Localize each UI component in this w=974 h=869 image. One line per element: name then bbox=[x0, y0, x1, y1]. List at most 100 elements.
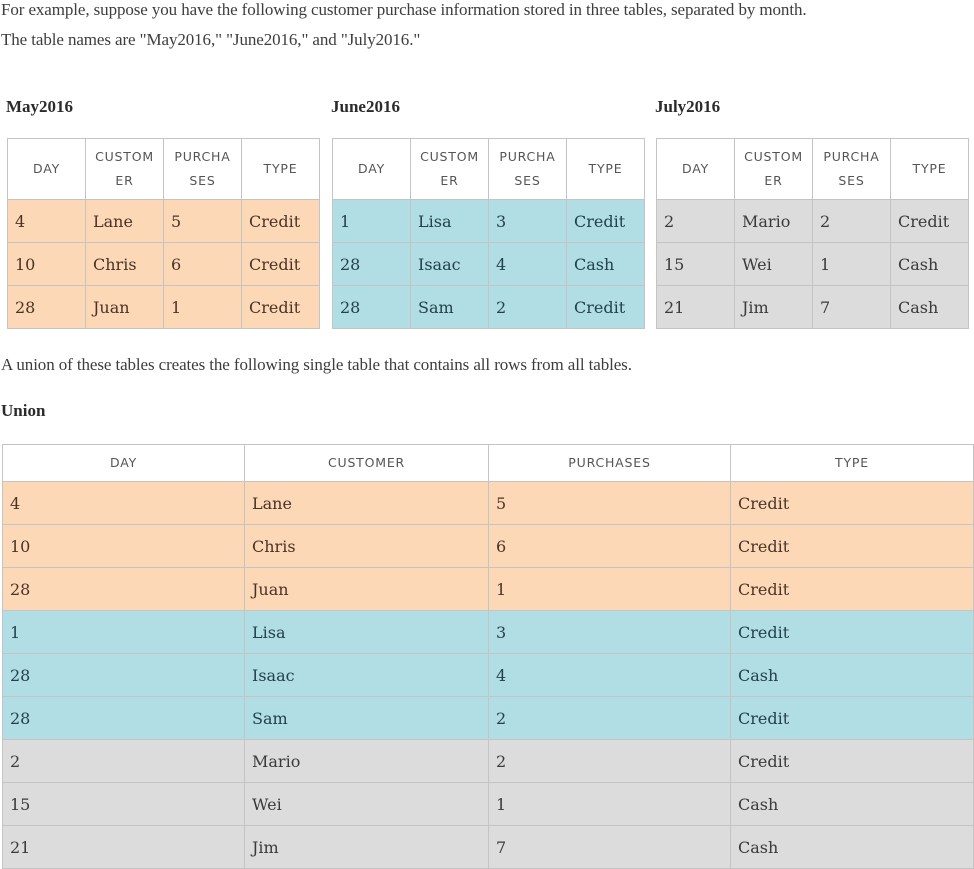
cell-purchases: 2 bbox=[488, 739, 731, 783]
cell-type: Credit bbox=[730, 481, 974, 525]
may2016-table: DAY CUSTOM ER PURCHA SES TYPE 4 Lane 5 Cre… bbox=[7, 138, 320, 329]
table-row: 28 Isaac 4 Cash bbox=[2, 653, 974, 697]
cell-day: 21 bbox=[656, 285, 735, 329]
header-purchases-part-1: PURCHA bbox=[823, 149, 880, 164]
cell-type: Credit bbox=[730, 610, 974, 654]
table-row: 10 Chris 6 Credit bbox=[2, 524, 974, 568]
header-purchases-part-1: PURCHA bbox=[174, 149, 231, 164]
table-row: 1 Lisa 3 Credit bbox=[332, 199, 645, 243]
header-purchases: PURCHA SES bbox=[488, 138, 567, 200]
table-row: 28 Isaac 4 Cash bbox=[332, 242, 645, 286]
cell-customer: Mario bbox=[734, 199, 813, 243]
cell-type: Credit bbox=[890, 199, 969, 243]
cell-customer: Wei bbox=[734, 242, 813, 286]
table-title-may2016: May2016 bbox=[6, 97, 74, 116]
cell-day: 1 bbox=[2, 610, 245, 654]
header-purchases-part-2: SES bbox=[514, 173, 541, 188]
cell-customer: Juan bbox=[85, 285, 164, 329]
cell-day: 4 bbox=[7, 199, 86, 243]
cell-customer: Jim bbox=[734, 285, 813, 329]
table-row: 2 Mario 2 Credit bbox=[2, 739, 974, 783]
cell-type: Credit bbox=[241, 285, 320, 329]
table-row: 28 Juan 1 Credit bbox=[2, 567, 974, 611]
cell-customer: Chris bbox=[244, 524, 489, 568]
header-customer: CUSTOMER bbox=[244, 444, 489, 482]
cell-type: Credit bbox=[241, 199, 320, 243]
table-row: 21 Jim 7 Cash bbox=[656, 285, 969, 329]
june2016-table: DAY CUSTOM ER PURCHA SES TYPE 1 Lisa 3 Cre… bbox=[332, 138, 645, 329]
cell-purchases: 3 bbox=[488, 610, 731, 654]
cell-day: 28 bbox=[7, 285, 86, 329]
cell-type: Cash bbox=[890, 285, 969, 329]
cell-purchases: 7 bbox=[812, 285, 891, 329]
header-purchases: PURCHASES bbox=[488, 444, 731, 482]
cell-day: 21 bbox=[2, 825, 245, 869]
cell-day: 28 bbox=[2, 567, 245, 611]
header-day: DAY bbox=[7, 138, 86, 200]
cell-purchases: 7 bbox=[488, 825, 731, 869]
cell-purchases: 3 bbox=[488, 199, 567, 243]
intro-paragraph-line-2: The table names are "May2016," "June2016… bbox=[1, 30, 421, 49]
cell-day: 28 bbox=[332, 285, 411, 329]
cell-purchases: 4 bbox=[488, 242, 567, 286]
union-table-title: Union bbox=[1, 401, 46, 420]
cell-customer: Sam bbox=[244, 696, 489, 740]
cell-purchases: 1 bbox=[488, 567, 731, 611]
table-row: 21 Jim 7 Cash bbox=[2, 825, 974, 869]
table-row: 28 Sam 2 Credit bbox=[332, 285, 645, 329]
cell-day: 28 bbox=[2, 653, 245, 697]
header-day: DAY bbox=[656, 138, 735, 200]
cell-customer: Isaac bbox=[410, 242, 489, 286]
table-row: 15 Wei 1 Cash bbox=[2, 782, 974, 826]
cell-day: 15 bbox=[2, 782, 245, 826]
cell-customer: Mario bbox=[244, 739, 489, 783]
cell-purchases: 2 bbox=[488, 696, 731, 740]
header-purchases-part-2: SES bbox=[189, 173, 216, 188]
header-row: DAY CUSTOM ER PURCHA SES TYPE bbox=[7, 138, 320, 200]
july2016-table: DAY CUSTOM ER PURCHA SES TYPE 2 Mario 2 Cr… bbox=[656, 138, 969, 329]
cell-purchases: 5 bbox=[488, 481, 731, 525]
cell-purchases: 5 bbox=[163, 199, 242, 243]
header-customer: CUSTOM ER bbox=[734, 138, 813, 200]
header-customer-part-1: CUSTOM bbox=[744, 149, 803, 164]
cell-purchases: 1 bbox=[488, 782, 731, 826]
cell-purchases: 2 bbox=[812, 199, 891, 243]
cell-day: 10 bbox=[2, 524, 245, 568]
header-row: DAY CUSTOMER PURCHASES TYPE bbox=[656, 138, 969, 200]
header-row: DAY CUSTOMER PURCHASES TYPE bbox=[332, 138, 645, 200]
cell-type: Credit bbox=[566, 199, 645, 243]
header-customer-part-1: CUSTOM bbox=[95, 149, 154, 164]
cell-customer: Lane bbox=[244, 481, 489, 525]
table-row: 4 Lane 5 Credit bbox=[7, 199, 320, 243]
table-row: 1 Lisa 3 Credit bbox=[2, 610, 974, 654]
cell-type: Credit bbox=[730, 567, 974, 611]
header-type: TYPE bbox=[241, 138, 320, 200]
cell-purchases: 2 bbox=[488, 285, 567, 329]
header-purchases-part-1: PURCHA bbox=[499, 149, 556, 164]
table-row: 15 Wei 1 Cash bbox=[656, 242, 969, 286]
header-customer: CUSTOMER bbox=[410, 138, 489, 200]
header-customer-part-2: ER bbox=[115, 173, 134, 188]
cell-customer: Jim bbox=[244, 825, 489, 869]
cell-type: Credit bbox=[241, 242, 320, 286]
header-customer-part-2: ER bbox=[764, 173, 783, 188]
header-row: DAY CUSTOMER PURCHASES TYPE bbox=[2, 444, 974, 482]
cell-day: 2 bbox=[656, 199, 735, 243]
cell-type: Cash bbox=[566, 242, 645, 286]
cell-type: Credit bbox=[566, 285, 645, 329]
cell-customer: Lisa bbox=[244, 610, 489, 654]
cell-type: Credit bbox=[730, 696, 974, 740]
cell-day: 4 bbox=[2, 481, 245, 525]
cell-day: 15 bbox=[656, 242, 735, 286]
header-purchases: PURCHA SES bbox=[163, 138, 242, 200]
table-row: 4 Lane 5 Credit bbox=[2, 481, 974, 525]
header-type: TYPE bbox=[730, 444, 974, 482]
cell-purchases: 1 bbox=[163, 285, 242, 329]
header-type: TYPE bbox=[566, 138, 645, 200]
table-row: 28 Juan 1 Credit bbox=[7, 285, 320, 329]
header-customer-part-1: CUSTOM bbox=[420, 149, 479, 164]
cell-customer: Isaac bbox=[244, 653, 489, 697]
cell-type: Credit bbox=[730, 739, 974, 783]
cell-purchases: 1 bbox=[812, 242, 891, 286]
header-purchases: PURCHASES bbox=[812, 138, 891, 200]
